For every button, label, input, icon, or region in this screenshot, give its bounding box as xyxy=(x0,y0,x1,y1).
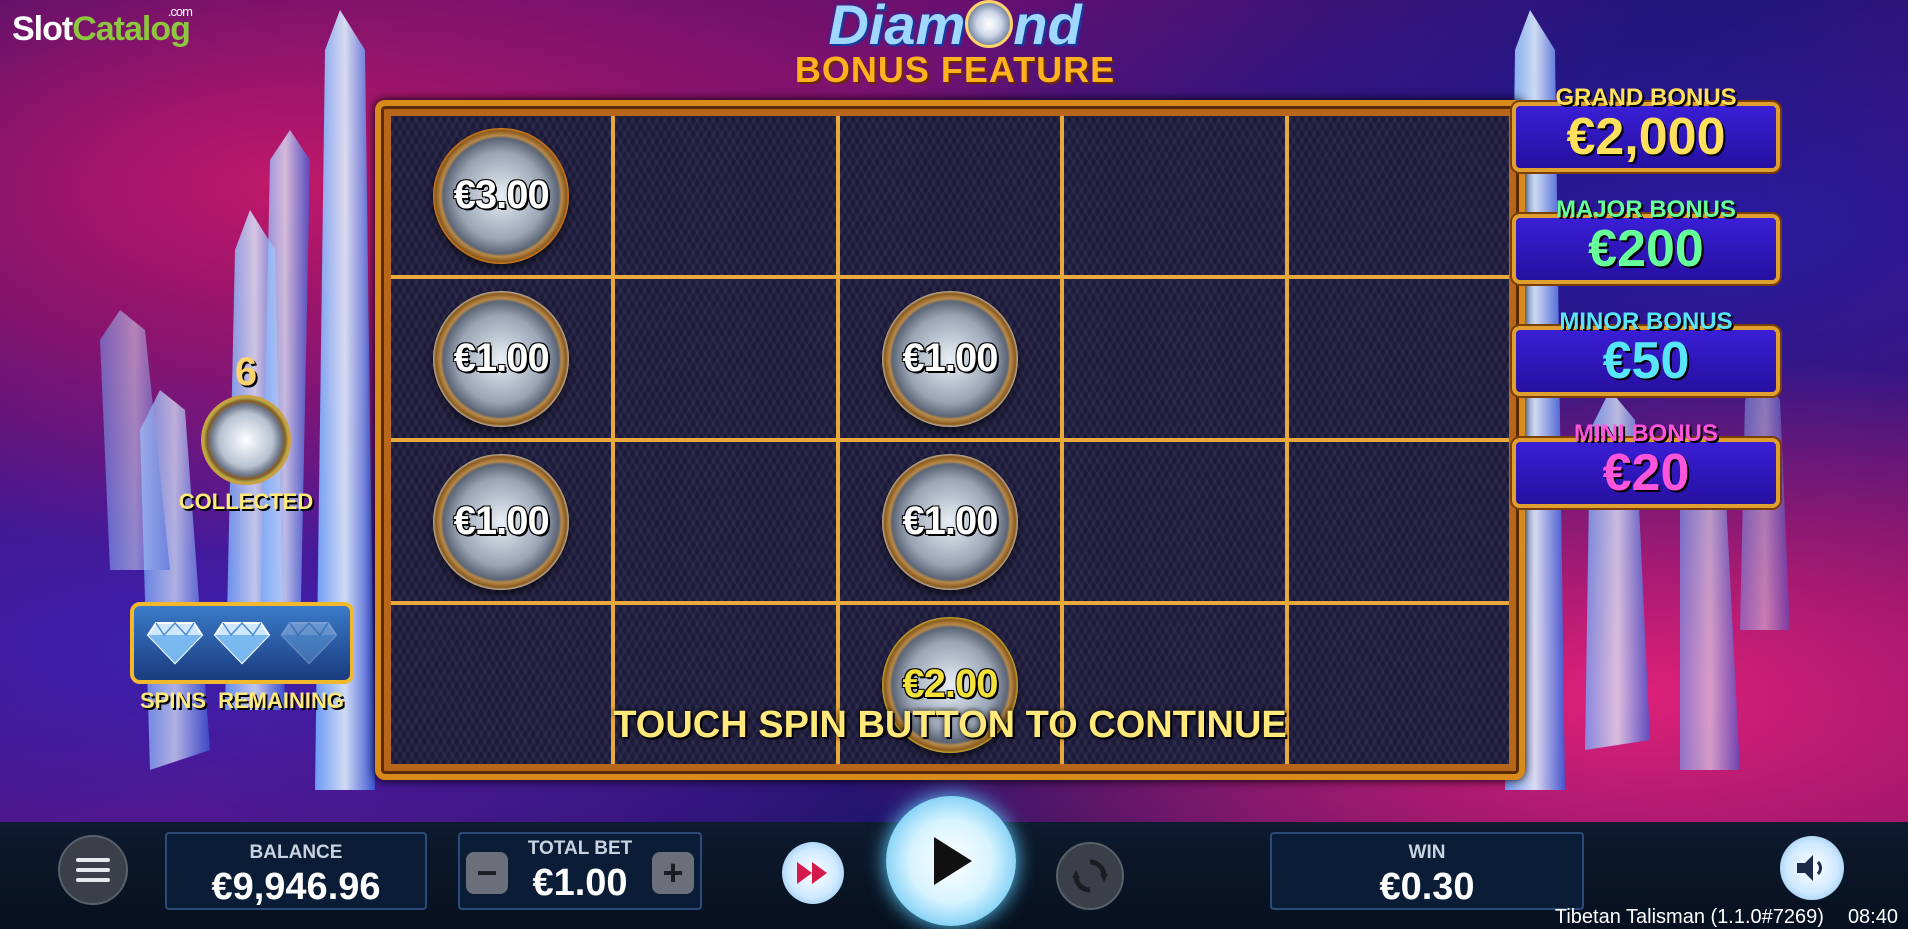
reel-cell: €1.00 xyxy=(391,279,612,438)
fast-forward-icon xyxy=(797,862,827,884)
diamond-gem-icon xyxy=(965,0,1014,48)
collected-counter: 6 COLLECTED xyxy=(176,350,316,515)
spins-remaining-panel: SPINS REMAINING xyxy=(130,602,354,714)
touch-spin-message: TOUCH SPIN BUTTON TO CONTINUE xyxy=(613,704,1287,746)
bet-decrease-button[interactable]: − xyxy=(466,852,508,894)
reel-cell xyxy=(1288,279,1509,438)
reel-cell: €3.00 xyxy=(391,116,612,275)
reel-cell: €1.00 xyxy=(839,279,1061,438)
jackpot-major-value: €200 xyxy=(1588,220,1704,278)
autoplay-button[interactable] xyxy=(1056,842,1124,910)
play-icon xyxy=(934,837,972,885)
reel-grid: €3.00 €1.00 €1.00 €1.00 €1.00 €2.00 xyxy=(391,116,1509,764)
jackpot-minor-value: €50 xyxy=(1602,332,1690,390)
jackpot-mini-value: €20 xyxy=(1602,444,1690,502)
fast-forward-button[interactable] xyxy=(782,842,844,904)
jackpot-major-label: MAJOR BONUS xyxy=(1555,196,1736,223)
reel-cell xyxy=(1064,116,1285,275)
jackpot-grand-label: GRAND BONUS xyxy=(1555,84,1737,111)
title-part-2: nd xyxy=(1013,0,1082,56)
menu-button[interactable] xyxy=(58,835,128,905)
game-version-text: Tibetan Talisman (1.1.0#7269) xyxy=(1554,906,1824,928)
cash-coin-silver: €1.00 xyxy=(433,290,570,427)
win-value: €0.30 xyxy=(1379,866,1475,908)
jackpot-minor: MINOR BONUS €50 xyxy=(1512,308,1780,402)
jackpot-mini-label: MINI BONUS xyxy=(1574,420,1718,447)
game-title: Diam nd BONUS FEATURE xyxy=(760,0,1150,90)
reel-cell: €1.00 xyxy=(391,442,612,601)
jackpot-panel: GRAND BONUS €2,000 MAJOR BONUS €200 MINO… xyxy=(1512,84,1780,532)
jackpot-minor-box: €50 xyxy=(1512,326,1780,396)
jackpot-major: MAJOR BONUS €200 xyxy=(1512,196,1780,290)
spins-remaining-gems xyxy=(130,602,354,684)
diamond-gem-icon xyxy=(280,621,337,665)
reel-cell: €1.00 xyxy=(839,442,1061,601)
balance-label: BALANCE xyxy=(249,842,343,863)
balance-display: BALANCE €9,946.96 xyxy=(165,832,427,910)
win-label: WIN xyxy=(1408,842,1446,863)
cash-coin-silver: €1.00 xyxy=(881,290,1018,427)
reel-board: €3.00 €1.00 €1.00 €1.00 €1.00 €2.00 xyxy=(375,100,1525,780)
site-logo: SlotCatalog .com xyxy=(12,4,193,49)
collected-label: COLLECTED xyxy=(178,489,314,514)
spins-remaining-label: SPINS REMAINING xyxy=(139,688,345,713)
balance-value: €9,946.96 xyxy=(211,866,381,908)
clock-text: 08:40 xyxy=(1847,906,1898,928)
jackpot-grand-value: €2,000 xyxy=(1566,108,1726,166)
reel-cell xyxy=(615,442,836,601)
bet-increase-button[interactable]: + xyxy=(652,852,694,894)
game-info-footer: Tibetan Talisman (1.1.0#7269) 08:40 xyxy=(1531,906,1898,929)
win-display: WIN €0.30 xyxy=(1270,832,1584,910)
sound-button[interactable] xyxy=(1780,836,1844,900)
reel-cell xyxy=(1288,442,1509,601)
diamond-gem-icon xyxy=(213,621,271,665)
reel-cell xyxy=(615,116,836,275)
autoplay-icon xyxy=(1072,859,1108,893)
collected-count: 6 xyxy=(234,350,258,394)
logo-slot-text: Slot xyxy=(12,10,73,48)
reel-cell xyxy=(1288,116,1509,275)
reel-cell xyxy=(839,116,1061,275)
jackpot-mini: MINI BONUS €20 xyxy=(1512,420,1780,514)
collected-coin-icon xyxy=(201,395,291,485)
total-bet-display: − TOTAL BET €1.00 + xyxy=(458,832,702,910)
reel-cell xyxy=(1064,442,1285,601)
reel-cell xyxy=(615,279,836,438)
hamburger-menu-icon xyxy=(76,858,110,882)
cash-coin-silver: €1.00 xyxy=(881,453,1018,590)
diamond-gem-icon xyxy=(147,621,204,665)
jackpot-minor-label: MINOR BONUS xyxy=(1559,308,1733,335)
jackpot-grand: GRAND BONUS €2,000 xyxy=(1512,84,1780,178)
jackpot-major-box: €200 xyxy=(1512,214,1780,284)
title-part-1: Diam xyxy=(828,0,966,56)
jackpot-mini-box: €20 xyxy=(1512,438,1780,508)
cash-coin-orange: €3.00 xyxy=(433,127,570,264)
logo-com-text: .com xyxy=(167,4,193,19)
title-diamond: Diam nd xyxy=(760,0,1150,53)
spin-button[interactable] xyxy=(886,796,1016,926)
title-bonus-feature: BONUS FEATURE xyxy=(794,49,1116,90)
speaker-icon xyxy=(1797,855,1822,881)
reel-cell xyxy=(1064,279,1285,438)
cash-coin-silver: €1.00 xyxy=(433,453,570,590)
jackpot-grand-box: €2,000 xyxy=(1512,102,1780,172)
